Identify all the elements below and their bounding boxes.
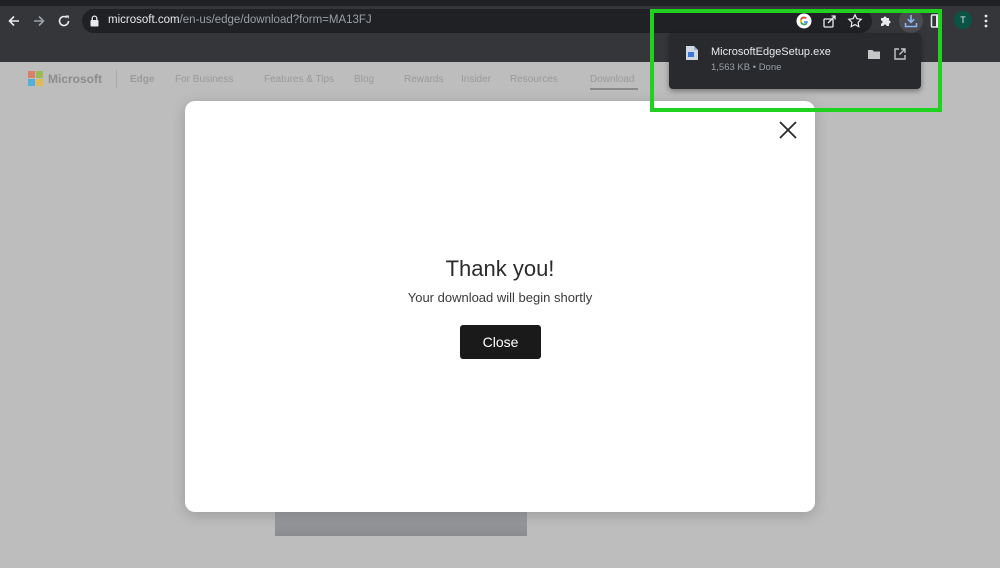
open-external-icon[interactable] [893, 47, 907, 61]
dialog-subtitle: Your download will begin shortly [407, 290, 593, 305]
url-host: microsoft.com [108, 14, 180, 26]
downloads-button[interactable] [899, 9, 923, 33]
lock-icon [90, 15, 99, 27]
nav-item-download[interactable]: Download [590, 74, 634, 85]
nav-item-insider[interactable]: Insider [461, 74, 491, 85]
share-icon[interactable] [822, 13, 838, 29]
reload-button[interactable] [54, 11, 74, 31]
dialog-title: Thank you! [445, 256, 555, 281]
browser-toolbar: microsoft.com/en-us/edge/download?form=M… [0, 6, 1000, 36]
nav-item-edge[interactable]: Edge [130, 74, 154, 85]
close-icon[interactable] [777, 119, 799, 141]
installer-file-icon [686, 46, 698, 60]
download-filename[interactable]: MicrosoftEdgeSetup.exe [711, 46, 831, 58]
nav-active-indicator [590, 88, 638, 90]
address-bar[interactable]: microsoft.com/en-us/edge/download?form=M… [82, 9, 872, 33]
brand-name: Microsoft [48, 72, 102, 86]
nav-item-blog[interactable]: Blog [354, 74, 374, 85]
nav-item-rewards[interactable]: Rewards [404, 74, 443, 85]
nav-item-features[interactable]: Features & Tips [264, 74, 334, 85]
forward-button[interactable] [29, 11, 49, 31]
side-panel-icon[interactable] [928, 13, 944, 29]
download-icon [904, 15, 918, 28]
thank-you-dialog: Thank you! Your download will begin shor… [185, 101, 815, 512]
nav-item-business[interactable]: For Business [175, 74, 233, 85]
downloads-bubble: MicrosoftEdgeSetup.exe 1,563 KB • Done [669, 33, 921, 89]
download-status: 1,563 KB • Done [711, 62, 782, 73]
profile-avatar[interactable]: T [954, 11, 972, 29]
reload-icon [58, 15, 70, 27]
star-icon[interactable] [847, 13, 863, 29]
nav-item-resources[interactable]: Resources [510, 74, 558, 85]
google-icon[interactable] [796, 13, 812, 29]
url-text[interactable]: microsoft.com/en-us/edge/download?form=M… [108, 14, 372, 26]
kebab-menu-icon[interactable] [982, 13, 990, 29]
laptop-image [275, 512, 527, 536]
back-arrow-icon [8, 15, 19, 27]
nav-divider [116, 70, 117, 88]
forward-arrow-icon [34, 15, 45, 27]
url-path: /en-us/edge/download?form=MA13FJ [179, 14, 372, 26]
microsoft-logo-icon [28, 71, 44, 87]
close-button[interactable]: Close [460, 325, 541, 359]
puzzle-icon[interactable] [878, 13, 894, 29]
folder-icon[interactable] [867, 47, 881, 61]
back-button[interactable] [4, 11, 24, 31]
